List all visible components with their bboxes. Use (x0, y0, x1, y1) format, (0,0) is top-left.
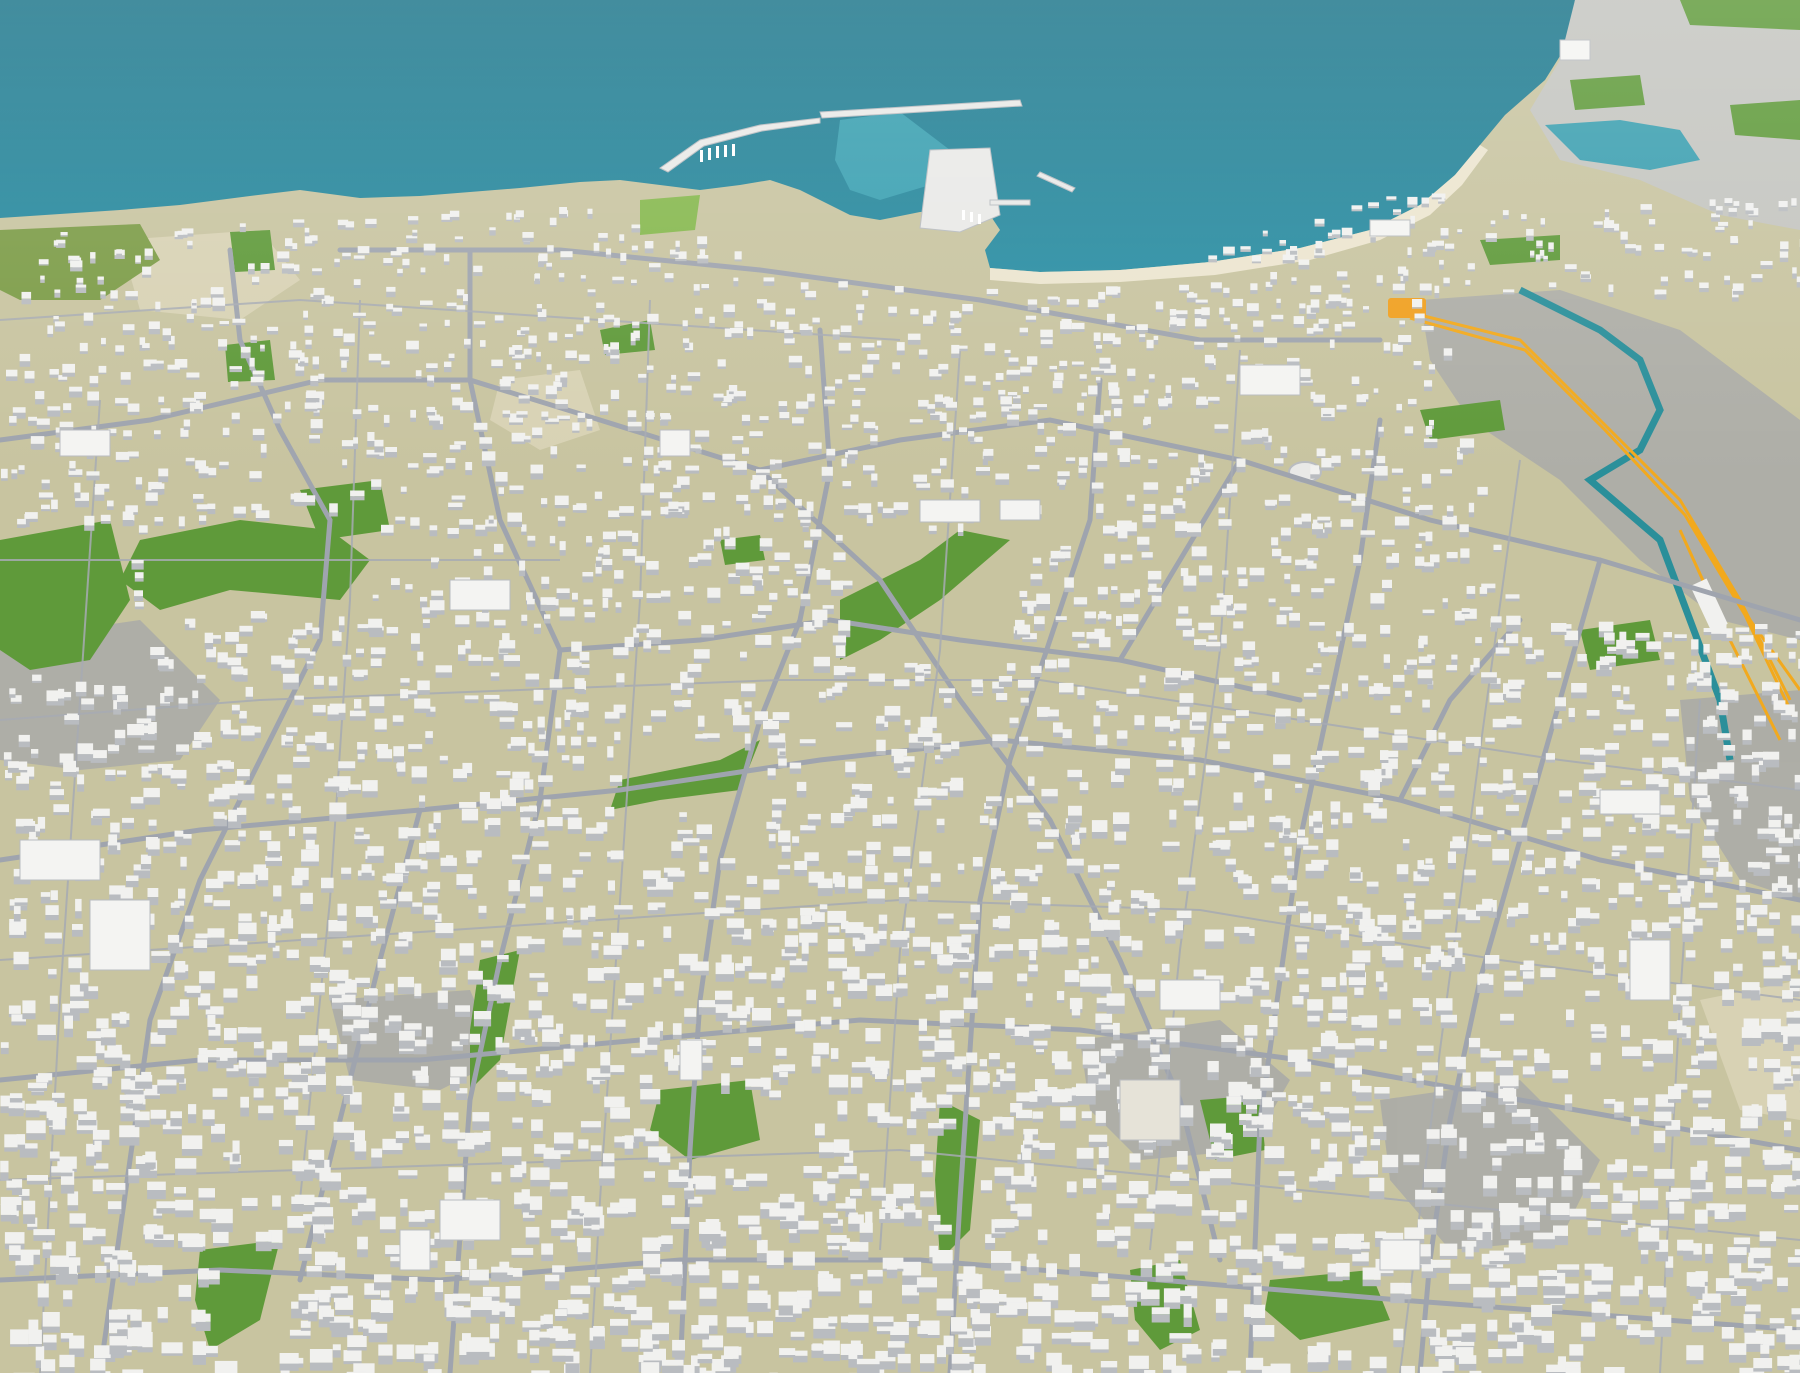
city-map-scene (0, 0, 1800, 1373)
